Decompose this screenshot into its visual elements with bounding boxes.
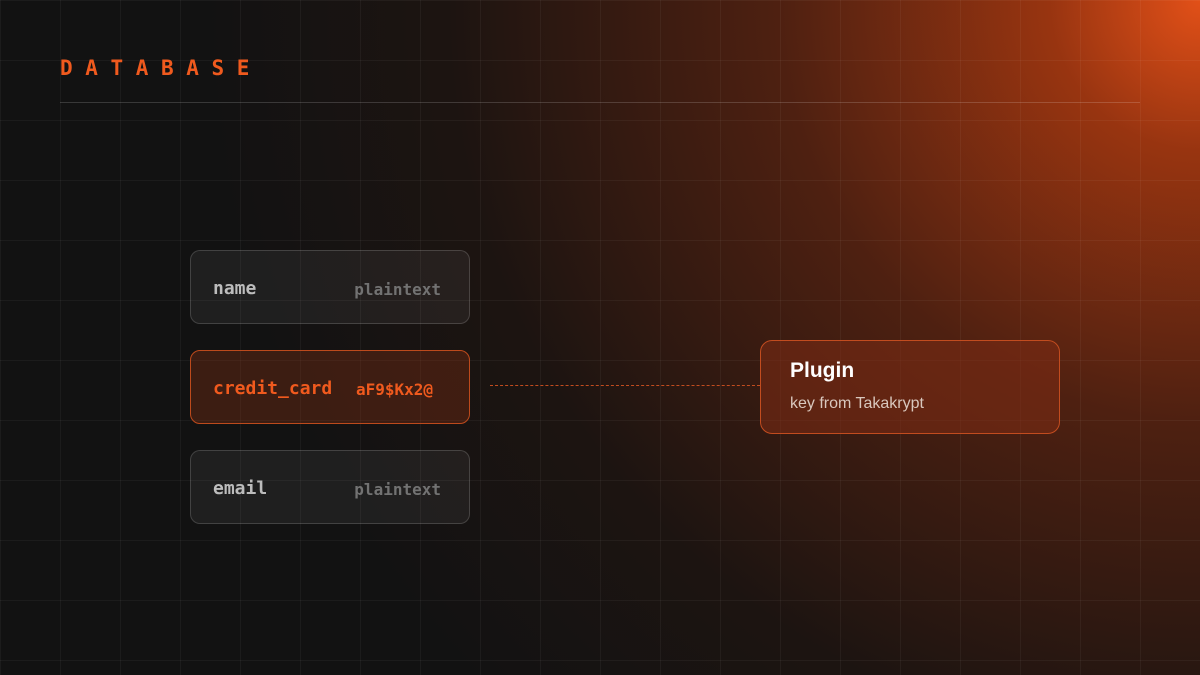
field-value-label: aF9$Kx2@ bbox=[355, 380, 433, 399]
field-name-label: credit_card bbox=[213, 378, 333, 399]
plugin-title: Plugin bbox=[790, 359, 855, 382]
title-divider bbox=[60, 102, 1140, 103]
field-name-label: name bbox=[213, 278, 257, 299]
dashed-connector bbox=[490, 385, 760, 386]
field-value-label: plaintext bbox=[354, 480, 441, 499]
section-title: DATABASE bbox=[60, 56, 262, 80]
field-row-credit-card: credit_card aF9$Kx2@ bbox=[190, 350, 470, 424]
field-value-label: plaintext bbox=[354, 280, 441, 299]
field-row-email: email plaintext bbox=[190, 450, 470, 524]
plugin-subtitle: key from Takakrypt bbox=[790, 395, 924, 412]
field-name-label: email bbox=[213, 478, 268, 499]
field-row-name: name plaintext bbox=[190, 250, 470, 324]
plugin-card: Plugin key from Takakrypt bbox=[760, 340, 1060, 434]
